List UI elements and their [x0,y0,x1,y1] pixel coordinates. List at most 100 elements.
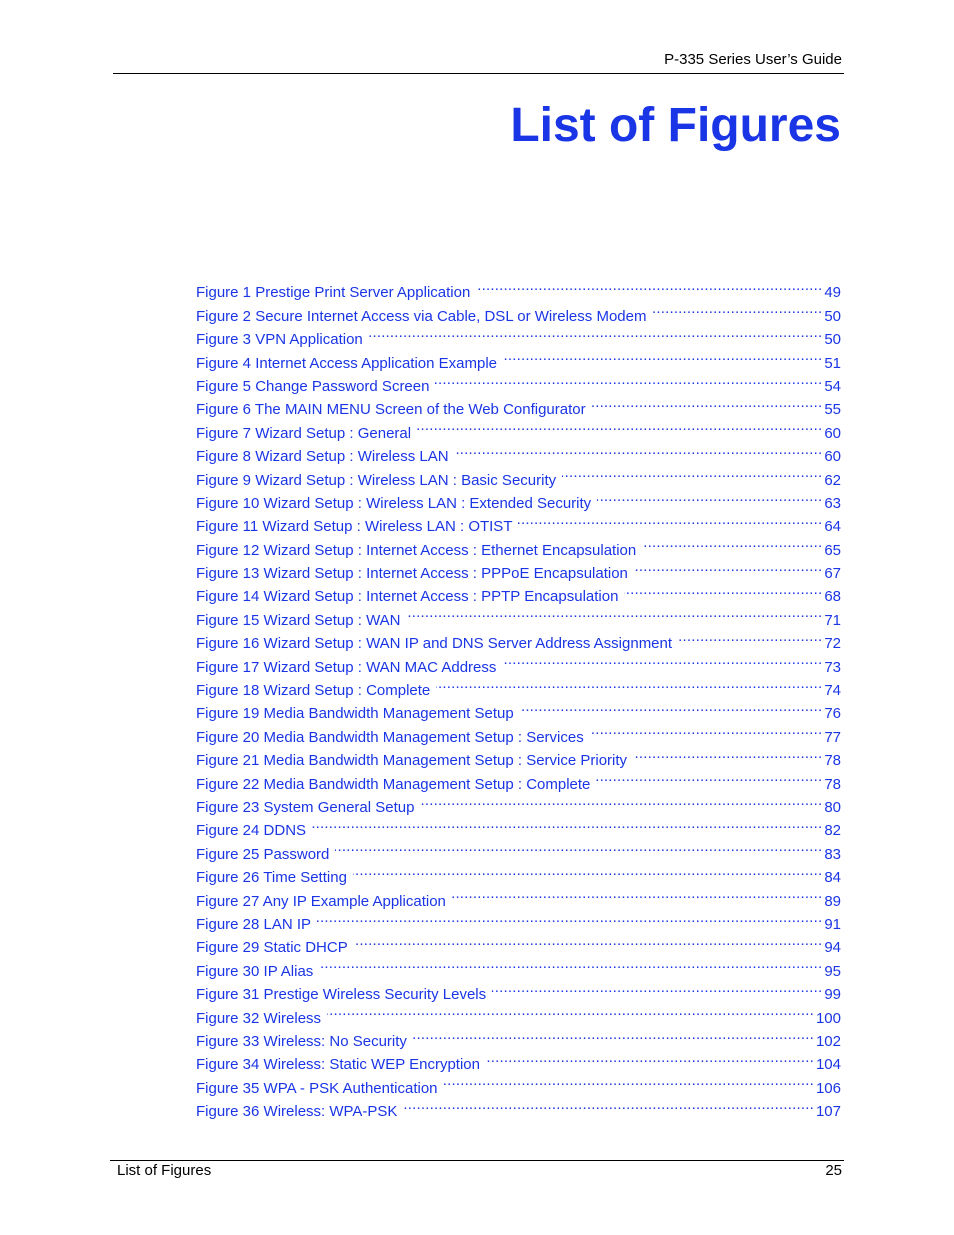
toc-dot-leader [492,976,822,999]
toc-dot-leader [452,882,822,905]
toc-entry-title[interactable]: Figure 34 Wireless: Static WEP Encryptio… [196,1053,486,1076]
toc-entry-page-number[interactable]: 60 [822,445,841,468]
toc-dot-leader [633,742,822,765]
toc-dot-leader [403,1093,814,1116]
toc-dot-leader [317,906,822,929]
toc-entry-page-number[interactable]: 78 [822,773,841,796]
toc-entry-page-number[interactable]: 84 [822,866,841,889]
toc-entry-page-number[interactable]: 82 [822,819,841,842]
toc-dot-leader [312,812,822,835]
toc-entry-page-number[interactable]: 63 [822,492,841,515]
toc-entry-page-number[interactable]: 94 [822,936,841,959]
toc-entry-page-number[interactable]: 71 [822,609,841,632]
toc-entry-title[interactable]: Figure 32 Wireless [196,1007,327,1030]
running-header-guide-title: P-335 Series User’s Guide [664,51,842,68]
toc-entry-title[interactable]: Figure 30 IP Alias [196,960,319,983]
toc-dot-leader [520,695,823,718]
toc-entry-page-number[interactable]: 102 [814,1030,841,1053]
toc-dot-leader [678,625,822,648]
toc-dot-leader [407,601,823,624]
toc-entry-page-number[interactable]: 80 [822,796,841,819]
toc-entry-page-number[interactable]: 104 [814,1053,841,1076]
toc-entry-title[interactable]: Figure 15 Wizard Setup : WAN [196,609,407,632]
toc-dot-leader [596,765,822,788]
toc-entry-figure-1[interactable]: Figure 1 Prestige Print Server Applicati… [196,274,841,301]
toc-entry-title[interactable]: Figure 7 Wizard Setup : General [196,422,417,445]
toc-entry-page-number[interactable]: 49 [822,281,841,304]
toc-entry-page-number[interactable]: 91 [822,913,841,936]
toc-entry-page-number[interactable]: 68 [822,585,841,608]
toc-dot-leader [327,999,814,1022]
toc-entry-title[interactable]: Figure 1 Prestige Print Server Applicati… [196,281,476,304]
footer-section-title: List of Figures [117,1162,212,1179]
page-title: List of Figures [510,99,841,152]
toc-entry-page-number[interactable]: 55 [822,398,841,421]
toc-entry-page-number[interactable]: 99 [822,983,841,1006]
toc-entry-title[interactable]: Figure 28 LAN IP [196,913,317,936]
toc-dot-leader [369,321,823,344]
list-of-figures: Figure 1 Prestige Print Server Applicati… [196,274,841,1120]
toc-entry-page-number[interactable]: 76 [822,702,841,725]
toc-entry-title[interactable]: Figure 3 VPN Application [196,328,369,351]
toc-dot-leader [444,1069,814,1092]
toc-entry-page-number[interactable]: 62 [822,469,841,492]
toc-dot-leader [354,929,823,952]
toc-entry-page-number[interactable]: 67 [822,562,841,585]
toc-entry-title[interactable]: Figure 8 Wizard Setup : Wireless LAN [196,445,455,468]
toc-entry-title[interactable]: Figure 13 Wizard Setup : Internet Access… [196,562,634,585]
toc-dot-leader [486,1046,814,1069]
toc-dot-leader [435,368,822,391]
header-rule [113,73,844,74]
toc-dot-leader [502,648,822,671]
toc-entry-page-number[interactable]: 100 [814,1007,841,1030]
toc-entry-title[interactable]: Figure 5 Change Password Screen [196,375,435,398]
toc-dot-leader [597,485,822,508]
toc-entry-page-number[interactable]: 72 [822,632,841,655]
toc-entry-title[interactable]: Figure 25 Password [196,843,335,866]
toc-entry-page-number[interactable]: 78 [822,749,841,772]
toc-entry-page-number[interactable]: 106 [814,1077,841,1100]
toc-entry-page-number[interactable]: 60 [822,422,841,445]
toc-entry-page-number[interactable]: 77 [822,726,841,749]
toc-entry-page-number[interactable]: 51 [822,352,841,375]
toc-entry-title[interactable]: Figure 18 Wizard Setup : Complete [196,679,436,702]
toc-entry-page-number[interactable]: 95 [822,960,841,983]
toc-entry-title[interactable]: Figure 9 Wizard Setup : Wireless LAN : B… [196,469,562,492]
toc-dot-leader [642,531,822,554]
toc-entry-page-number[interactable]: 65 [822,539,841,562]
footer-rule [110,1160,844,1161]
toc-dot-leader [436,672,822,695]
toc-entry-page-number[interactable]: 107 [814,1100,841,1123]
toc-dot-leader [503,344,822,367]
toc-entry-title[interactable]: Figure 20 Media Bandwidth Management Set… [196,726,590,749]
toc-dot-leader [420,789,822,812]
toc-entry-title[interactable]: Figure 24 DDNS [196,819,312,842]
toc-dot-leader [353,859,822,882]
toc-entry-page-number[interactable]: 73 [822,656,841,679]
toc-dot-leader [562,461,822,484]
toc-dot-leader [476,274,822,297]
toc-entry-page-number[interactable]: 50 [822,305,841,328]
toc-dot-leader [518,508,822,531]
toc-dot-leader [455,438,823,461]
toc-entry-page-number[interactable]: 54 [822,375,841,398]
toc-entry-title[interactable]: Figure 36 Wireless: WPA-PSK [196,1100,403,1123]
toc-entry-page-number[interactable]: 89 [822,890,841,913]
toc-entry-page-number[interactable]: 50 [822,328,841,351]
toc-dot-leader [335,835,822,858]
toc-dot-leader [634,555,822,578]
toc-dot-leader [319,952,822,975]
toc-entry-page-number[interactable]: 74 [822,679,841,702]
toc-entry-title[interactable]: Figure 19 Media Bandwidth Management Set… [196,702,520,725]
toc-dot-leader [413,1023,814,1046]
toc-entry-title[interactable]: Figure 26 Time Setting [196,866,353,889]
toc-dot-leader [652,297,822,320]
toc-entry-title[interactable]: Figure 12 Wizard Setup : Internet Access… [196,539,642,562]
toc-entry-title[interactable]: Figure 11 Wizard Setup : Wireless LAN : … [196,515,518,538]
toc-entry-page-number[interactable]: 83 [822,843,841,866]
toc-entry-title[interactable]: Figure 33 Wireless: No Security [196,1030,413,1053]
toc-dot-leader [624,578,822,601]
toc-entry-page-number[interactable]: 64 [822,515,841,538]
toc-entry-title[interactable]: Figure 21 Media Bandwidth Management Set… [196,749,633,772]
toc-dot-leader [590,718,823,741]
